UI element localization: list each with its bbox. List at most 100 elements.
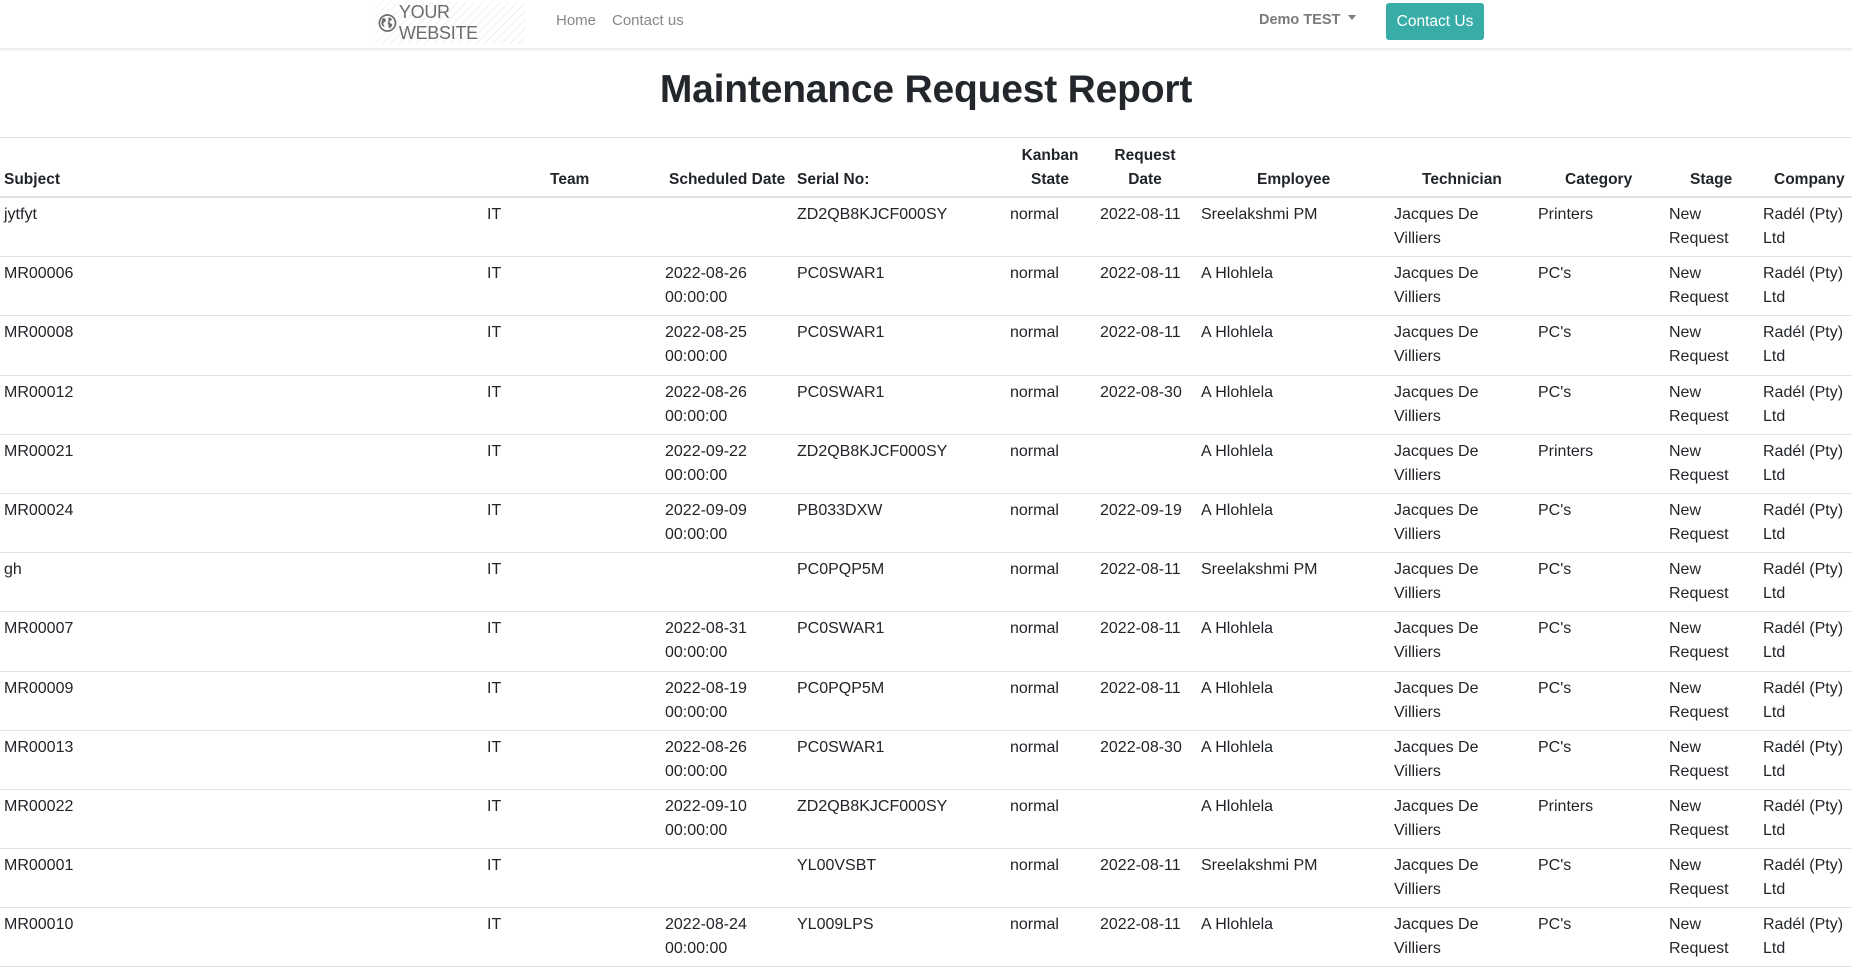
scheduled-date: 2022-09-10 [665,797,747,815]
cell-kanban-state: normal [1010,324,1059,342]
company-line2: Ltd [1763,230,1786,247]
technician-line1: Jacques De [1394,916,1479,934]
cell-stage: New Request [1669,854,1739,902]
company-line1: Radél (Pty) [1763,206,1844,223]
technician-line2: Villiers [1394,821,1441,839]
technician-line2: Villiers [1394,407,1441,425]
stage-line1: New [1669,561,1702,579]
cell-company: Radél (Pty) Ltd [1763,677,1852,725]
cell-technician: Jacques De Villiers [1394,262,1504,310]
cell-serial-no: PC0PQP5M [797,679,885,697]
cell-company: Radél (Pty) Ltd [1763,381,1852,429]
header-request-line2: Date [1128,171,1162,188]
cell-request-date: 2022-08-11 [1100,620,1181,638]
scheduled-time: 00:00:00 [665,703,728,721]
company-line1: Radél (Pty) [1763,857,1844,875]
user-name: Demo TEST [1259,12,1341,28]
table-row: jytfyt IT ZD2QB8KJCF000SY normal 2022-08… [0,198,1852,258]
company-line2: Ltd [1763,407,1786,425]
cell-serial-no: YL00VSBT [797,857,877,875]
header-serial-no: Serial No: [797,171,870,188]
cell-company: Radél (Pty) Ltd [1763,854,1852,902]
header-team: Team [550,171,590,188]
cell-company: Radél (Pty) Ltd [1763,499,1852,547]
header-company: Company [1774,171,1845,188]
company-line2: Ltd [1763,289,1786,307]
cell-technician: Jacques De Villiers [1394,203,1504,251]
company-line2: Ltd [1763,348,1786,366]
nav-home-link[interactable]: Home [556,12,596,29]
cell-employee: A Hlohlela [1201,797,1274,815]
cell-request-date: 2022-08-30 [1100,383,1182,401]
cell-scheduled-date: 2022-09-22 00:00:00 [665,440,765,488]
stage-line1: New [1669,797,1702,815]
cell-employee: A Hlohlela [1201,620,1274,638]
technician-line1: Jacques De [1394,797,1479,815]
cell-category: PC's [1538,916,1572,934]
company-line1: Radél (Pty) [1763,797,1844,815]
cell-stage: New Request [1669,203,1739,251]
cell-serial-no: PC0SWAR1 [797,265,885,283]
cell-employee: A Hlohlela [1201,383,1274,401]
header-scheduled-date: Scheduled Date [669,171,786,188]
cell-serial-no: PC0SWAR1 [797,324,885,342]
cell-request-date: 2022-08-11 [1100,916,1181,934]
cell-category: Printers [1538,206,1594,223]
technician-line2: Villiers [1394,585,1441,603]
cell-team: IT [487,501,502,519]
technician-line2: Villiers [1394,644,1441,662]
cell-kanban-state: normal [1010,679,1059,697]
cell-employee: A Hlohlela [1201,265,1274,283]
cell-employee: A Hlohlela [1201,738,1274,756]
company-line1: Radél (Pty) [1763,501,1844,519]
header-employee: Employee [1257,171,1331,188]
cell-subject: gh [4,561,22,579]
scheduled-time: 00:00:00 [665,821,728,839]
cell-request-date: 2022-08-11 [1100,561,1181,579]
cell-scheduled-date: 2022-08-19 00:00:00 [665,677,765,725]
scheduled-date: 2022-08-31 [665,620,747,638]
cell-category: PC's [1538,561,1572,579]
scheduled-date: 2022-09-22 [665,442,747,460]
cell-stage: New Request [1669,558,1739,606]
cell-stage: New Request [1669,381,1739,429]
technician-line2: Villiers [1394,762,1441,780]
contact-us-button[interactable]: Contact Us [1386,3,1484,40]
cell-stage: New Request [1669,617,1739,665]
company-line2: Ltd [1763,881,1786,899]
table-row: MR00022 IT 2022-09-10 00:00:00 ZD2QB8KJC… [0,790,1852,850]
cell-team: IT [487,738,502,756]
cell-employee: A Hlohlela [1201,679,1274,697]
user-menu-dropdown[interactable]: Demo TEST [1259,12,1357,28]
cell-company: Radél (Pty) Ltd [1763,262,1852,310]
technician-line2: Villiers [1394,348,1441,366]
company-line1: Radél (Pty) [1763,738,1844,756]
technician-line2: Villiers [1394,289,1441,307]
header-kanban-line1: Kanban [1021,147,1079,164]
nav-contact-link[interactable]: Contact us [612,12,684,29]
cell-stage: New Request [1669,913,1739,961]
cell-request-date: 2022-08-11 [1100,857,1181,875]
cell-stage: New Request [1669,736,1739,784]
stage-line1: New [1669,679,1702,697]
cell-technician: Jacques De Villiers [1394,381,1504,429]
stage-line2: Request [1669,821,1729,839]
scheduled-time: 00:00:00 [665,289,728,307]
cell-subject: MR00024 [4,501,74,519]
cell-subject: MR00008 [4,324,74,342]
cell-category: PC's [1538,679,1572,697]
scheduled-time: 00:00:00 [665,466,728,484]
stage-line2: Request [1669,348,1729,366]
cell-team: IT [487,265,502,283]
cell-team: IT [487,383,502,401]
brand-logo[interactable]: YOUR WEBSITE [374,2,526,44]
cell-stage: New Request [1669,499,1739,547]
cell-subject: MR00012 [4,383,74,401]
cell-scheduled-date: 2022-08-26 00:00:00 [665,381,765,429]
company-line1: Radél (Pty) [1763,916,1844,934]
cell-scheduled-date: 2022-09-09 00:00:00 [665,499,765,547]
technician-line1: Jacques De [1394,620,1479,638]
header-category: Category [1565,171,1633,188]
stage-line1: New [1669,206,1702,223]
cell-kanban-state: normal [1010,857,1059,875]
